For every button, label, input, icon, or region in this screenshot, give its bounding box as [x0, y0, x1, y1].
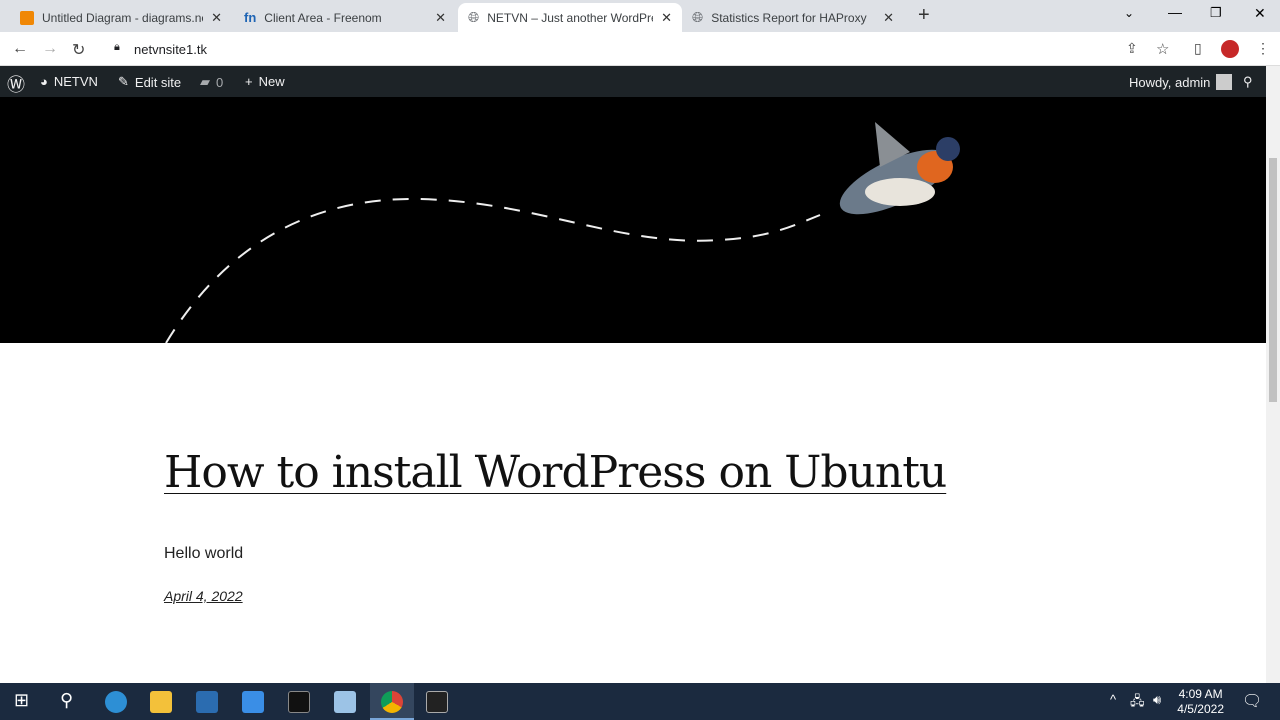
address-bar[interactable]: 🔒︎ netvnsite1.tk — [104, 36, 1114, 62]
post-date-link[interactable]: April 4, 2022 — [164, 588, 243, 604]
lock-icon: 🔒︎ — [114, 41, 120, 53]
taskbar: ⊞ ⚲ ^ 🖧︎ 🔊︎ 4:09 AM 4/5/2022 🗨︎ — [0, 683, 1280, 720]
globe-icon: 🌐︎ — [692, 9, 704, 25]
account-menu[interactable]: Howdy, admin — [1129, 74, 1233, 90]
post-area: How to install WordPress on Ubuntu Hello… — [0, 343, 1266, 683]
scrollbar-thumb[interactable] — [1269, 158, 1277, 402]
file-explorer-icon[interactable] — [150, 691, 172, 713]
post-title-link[interactable]: How to install WordPress on Ubuntu — [164, 447, 947, 498]
volume-icon[interactable]: 🔊︎ — [1153, 692, 1161, 708]
tab-title: Statistics Report for HAProxy — [711, 10, 867, 25]
back-icon[interactable]: ← — [12, 40, 28, 58]
close-window-button[interactable]: ✕ — [1254, 5, 1266, 22]
edge-icon[interactable] — [105, 691, 127, 713]
comments-link[interactable]: ▰ 0 — [200, 74, 223, 90]
site-name: NETVN — [53, 74, 98, 89]
chrome-icon — [381, 691, 403, 713]
dashboard-icon: ◕ — [40, 74, 48, 89]
tab-freenom[interactable]: fn Client Area - Freenom ✕ — [234, 3, 456, 32]
bird-illustration — [839, 122, 960, 215]
close-tab-icon[interactable]: ✕ — [211, 10, 222, 26]
new-tab-button[interactable]: + — [918, 4, 930, 27]
tab-title: Untitled Diagram - diagrams.net — [42, 10, 204, 25]
tray-overflow-icon[interactable]: ^ — [1110, 692, 1116, 707]
new-content-link[interactable]: + New — [245, 74, 285, 89]
dashed-flight-path — [165, 122, 960, 344]
plus-icon: + — [245, 74, 253, 89]
forward-icon[interactable]: → — [42, 40, 58, 58]
edit-site-link[interactable]: ✎ Edit site — [118, 74, 181, 90]
remote-desktop-icon[interactable] — [426, 691, 448, 713]
wp-admin-bar: Ⓦ ◕ NETVN ✎ Edit site ▰ 0 + New Howdy, admin… — [0, 66, 1266, 97]
globe-icon: 🌐︎ — [468, 9, 480, 25]
url-text: netvnsite1.tk — [134, 42, 207, 57]
side-panel-icon[interactable]: ▯ — [1194, 40, 1202, 57]
terminal-icon[interactable] — [288, 691, 310, 713]
chrome-taskbar-button[interactable] — [370, 683, 414, 720]
clock[interactable]: 4:09 AM 4/5/2022 — [1177, 687, 1224, 717]
menu-icon[interactable]: ⋮ — [1256, 40, 1270, 57]
tab-netvn[interactable]: 🌐︎ NETVN – Just another WordPress ✕ — [458, 3, 682, 32]
post-excerpt: Hello world — [164, 545, 244, 562]
windows-start-icon[interactable]: ⊞ — [14, 690, 29, 711]
store-icon[interactable] — [196, 691, 218, 713]
howdy-label: Howdy, admin — [1129, 74, 1211, 90]
header-image — [0, 97, 1266, 344]
tab-haproxy[interactable]: 🌐︎ Statistics Report for HAProxy ✕ — [682, 3, 904, 32]
tab-diagrams[interactable]: Untitled Diagram - diagrams.net ✕ — [10, 3, 232, 32]
close-tab-icon[interactable]: ✕ — [883, 10, 894, 26]
comment-icon: ▰ — [200, 74, 210, 89]
edit-site-label: Edit site — [134, 74, 182, 90]
close-tab-icon[interactable]: ✕ — [661, 10, 672, 26]
site-name-link[interactable]: ◕ NETVN — [40, 74, 98, 89]
share-icon[interactable]: ⇪ — [1126, 40, 1138, 57]
clock-time: 4:09 AM — [1178, 687, 1223, 701]
profile-avatar[interactable] — [1221, 40, 1239, 58]
scrollbar[interactable] — [1266, 66, 1280, 683]
reload-icon[interactable]: ↻ — [72, 40, 85, 60]
brush-icon: ✎ — [118, 74, 129, 89]
tab-search-icon[interactable]: ⌄ — [1124, 6, 1134, 20]
close-tab-icon[interactable]: ✕ — [435, 10, 446, 26]
new-label: New — [258, 74, 285, 89]
search-icon[interactable]: ⚲ — [1243, 74, 1253, 90]
mail-icon[interactable] — [242, 691, 264, 713]
comment-count: 0 — [216, 74, 224, 90]
bookmark-star-icon[interactable]: ☆ — [1156, 40, 1169, 58]
network-icon[interactable]: 🖧︎ — [1130, 692, 1145, 714]
notepad-icon[interactable] — [334, 691, 356, 713]
tab-title: NETVN – Just another WordPress — [487, 10, 654, 25]
restore-button[interactable]: ❐ — [1210, 5, 1222, 21]
tab-title: Client Area - Freenom — [264, 10, 382, 25]
notifications-icon[interactable]: 🗨︎ — [1242, 691, 1262, 711]
minimize-button[interactable]: — — [1168, 4, 1182, 20]
clock-date: 4/5/2022 — [1177, 702, 1224, 716]
freenom-favicon-icon: fn — [244, 10, 257, 25]
user-avatar — [1216, 74, 1233, 90]
wordpress-logo-icon[interactable]: Ⓦ — [7, 71, 25, 97]
search-icon[interactable]: ⚲ — [60, 690, 73, 711]
diagrams-favicon-icon — [20, 10, 34, 25]
tab-strip: Untitled Diagram - diagrams.net ✕ fn Cli… — [0, 0, 1280, 32]
toolbar: ← → ↻ 🔒︎ netvnsite1.tk ⇪ ☆ ▯ ⋮ — [0, 32, 1280, 66]
